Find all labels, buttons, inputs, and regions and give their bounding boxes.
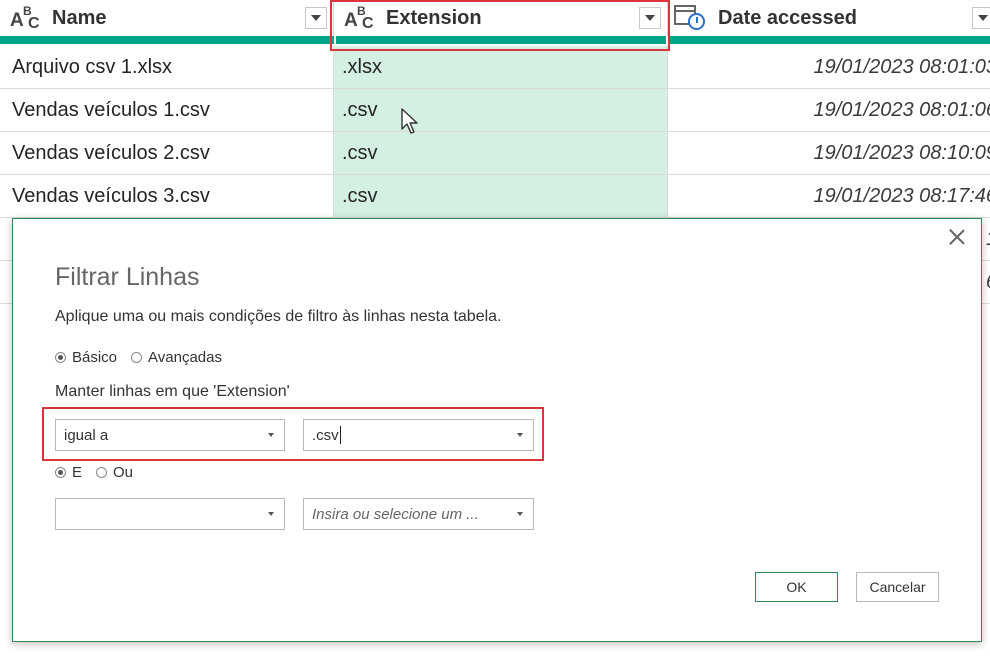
- cancel-button[interactable]: Cancelar: [856, 572, 939, 602]
- radio-label-or: Ou: [113, 464, 134, 481]
- condition2-value-combobox[interactable]: Insira ou selecione um ...: [303, 498, 534, 530]
- chevron-down-icon: [978, 15, 988, 21]
- combobox-placeholder: Insira ou selecione um ...: [312, 505, 479, 523]
- logic-radio-group: E Ou: [55, 464, 147, 481]
- mouse-cursor-icon: [401, 108, 418, 134]
- table-cell-date[interactable]: 19/01/2023 08:01:03: [668, 46, 990, 89]
- radio-button-or[interactable]: [96, 467, 108, 478]
- table-cell-date[interactable]: 19/01/2023 08:01:06: [668, 89, 990, 132]
- column-filter-dropdown-button[interactable]: [305, 7, 327, 29]
- table-cell-name[interactable]: Arquivo csv 1.xlsx: [0, 46, 334, 89]
- table-cell-extension[interactable]: .csv: [334, 89, 668, 132]
- column-quality-bar: [670, 36, 990, 44]
- radio-label-and: E: [72, 464, 83, 481]
- table-cell-extension[interactable]: .xlsx: [334, 46, 668, 89]
- radio-button-basic[interactable]: [55, 352, 66, 363]
- table-cell-name[interactable]: Vendas veículos 3.csv: [0, 175, 334, 218]
- highlight-box-condition: [42, 407, 544, 461]
- datetime-type-icon[interactable]: [674, 5, 706, 31]
- table-cell-name[interactable]: Vendas veículos 2.csv: [0, 132, 334, 175]
- column-header-label: Date accessed: [718, 6, 857, 29]
- chevron-down-icon: [268, 512, 274, 516]
- table-cell-date[interactable]: 19/01/2023 08:17:46: [668, 175, 990, 218]
- table-cell-date[interactable]: 19/01/2023 08:10:09: [668, 132, 990, 175]
- filter-mode-radio-group: Básico Avançadas: [55, 349, 236, 366]
- radio-and[interactable]: E: [55, 464, 82, 481]
- ok-button[interactable]: OK: [755, 572, 838, 602]
- column-header-name[interactable]: ABC Name: [0, 0, 334, 36]
- table-cell-extension[interactable]: .csv: [334, 175, 668, 218]
- keep-rows-label: Manter linhas em que 'Extension': [55, 383, 290, 400]
- radio-label-basic: Básico: [72, 349, 118, 366]
- radio-basic[interactable]: Básico: [55, 349, 117, 366]
- column-quality-bar: [0, 36, 334, 44]
- table-cell-extension[interactable]: .csv: [334, 132, 668, 175]
- chevron-down-icon: [311, 15, 321, 21]
- condition2-operator-select[interactable]: [55, 498, 285, 530]
- table-cell-name[interactable]: Vendas veículos 1.csv: [0, 89, 334, 132]
- chevron-down-icon: [517, 512, 523, 516]
- abc-type-icon[interactable]: ABC: [10, 4, 44, 32]
- dialog-title: Filtrar Linhas: [55, 263, 200, 291]
- radio-button-and[interactable]: [55, 467, 66, 478]
- column-header-label: Name: [52, 6, 107, 29]
- radio-label-advanced: Avançadas: [148, 349, 222, 366]
- column-header-date-accessed[interactable]: Date accessed: [668, 0, 990, 36]
- radio-button-advanced[interactable]: [131, 352, 143, 363]
- dialog-description: Aplique uma ou mais condições de filtro …: [55, 308, 502, 325]
- highlight-box-extension-header: [330, 0, 670, 51]
- radio-advanced[interactable]: Avançadas: [131, 349, 222, 366]
- close-icon[interactable]: [947, 227, 967, 247]
- radio-or[interactable]: Ou: [96, 464, 133, 481]
- column-filter-dropdown-button[interactable]: [972, 7, 990, 29]
- filter-rows-dialog: Filtrar Linhas Aplique uma ou mais condi…: [12, 218, 982, 642]
